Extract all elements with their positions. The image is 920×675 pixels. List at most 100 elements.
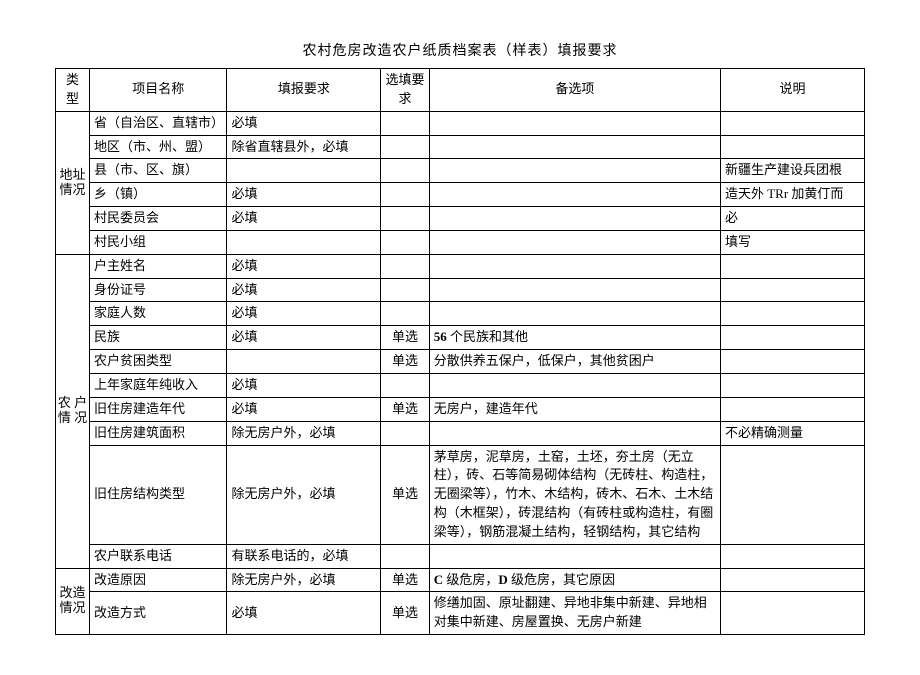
cell-req: 必填 bbox=[227, 254, 381, 278]
cell-sel: 单选 bbox=[381, 445, 430, 544]
head-sel: 选填要求 bbox=[381, 69, 430, 112]
cell-opt bbox=[429, 159, 720, 183]
table-row: 旧住房建造年代 必填 单选 无房户，建造年代 bbox=[56, 397, 865, 421]
cell-note bbox=[720, 350, 864, 374]
cell-req: 除无房户外，必填 bbox=[227, 421, 381, 445]
cell-req: 除无房户外，必填 bbox=[227, 445, 381, 544]
cell-sel bbox=[381, 278, 430, 302]
cell-opt: C 级危房，D 级危房，其它原因 bbox=[429, 568, 720, 592]
cell-note bbox=[720, 278, 864, 302]
cell-name: 乡（镇） bbox=[89, 183, 227, 207]
table-row: 上年家庭年纯收入 必填 bbox=[56, 373, 865, 397]
cell-note bbox=[720, 544, 864, 568]
cell-sel bbox=[381, 302, 430, 326]
cell-note: 造天外 TRr 加黄仃而 bbox=[720, 183, 864, 207]
cell-opt: 分散供养五保户，低保户，其他贫困户 bbox=[429, 350, 720, 374]
cell-name: 家庭人数 bbox=[89, 302, 227, 326]
cell-opt bbox=[429, 183, 720, 207]
cell-req: 必填 bbox=[227, 326, 381, 350]
cell-sel bbox=[381, 135, 430, 159]
cell-name: 民族 bbox=[89, 326, 227, 350]
table-row: 县（市、区、旗） 新疆生产建设兵团根 bbox=[56, 159, 865, 183]
table-row: 身份证号 必填 bbox=[56, 278, 865, 302]
cell-opt: 无房户，建造年代 bbox=[429, 397, 720, 421]
table-row: 地址情况 省（自治区、直辖市） 必填 bbox=[56, 111, 865, 135]
cell-sel bbox=[381, 373, 430, 397]
cell-opt bbox=[429, 373, 720, 397]
cell-name: 改造方式 bbox=[89, 592, 227, 635]
cell-note bbox=[720, 592, 864, 635]
cell-name: 身份证号 bbox=[89, 278, 227, 302]
cell-req: 必填 bbox=[227, 207, 381, 231]
cell-sel: 单选 bbox=[381, 350, 430, 374]
cell-req: 必填 bbox=[227, 278, 381, 302]
cell-sel: 单选 bbox=[381, 592, 430, 635]
cell-note bbox=[720, 373, 864, 397]
cell-name: 农户联系电话 bbox=[89, 544, 227, 568]
cell-name: 旧住房结构类型 bbox=[89, 445, 227, 544]
cell-req: 必填 bbox=[227, 111, 381, 135]
cell-opt: 茅草房，泥草房，土窑，土坯，夯土房（无立柱），砖、石等简易砌体结构（无砖柱、构造… bbox=[429, 445, 720, 544]
cell-opt: 56 个民族和其他 bbox=[429, 326, 720, 350]
cell-note: 填写 bbox=[720, 230, 864, 254]
cell-opt bbox=[429, 421, 720, 445]
cell-req bbox=[227, 350, 381, 374]
cell-name: 村民委员会 bbox=[89, 207, 227, 231]
table-row: 地区（市、州、盟） 除省直辖县外，必填 bbox=[56, 135, 865, 159]
table-row: 村民委员会 必填 必 bbox=[56, 207, 865, 231]
cell-note bbox=[720, 254, 864, 278]
cell-sel bbox=[381, 183, 430, 207]
cell-opt bbox=[429, 544, 720, 568]
cell-req bbox=[227, 230, 381, 254]
section-house-label: 农 户情 况 bbox=[56, 254, 90, 568]
cell-opt bbox=[429, 135, 720, 159]
cell-sel bbox=[381, 230, 430, 254]
cell-note bbox=[720, 135, 864, 159]
table-row: 旧住房建筑面积 除无房户外，必填 不必精确测量 bbox=[56, 421, 865, 445]
cell-sel: 单选 bbox=[381, 568, 430, 592]
cell-name: 改造原因 bbox=[89, 568, 227, 592]
head-note: 说明 bbox=[720, 69, 864, 112]
cell-sel: 单选 bbox=[381, 326, 430, 350]
cell-opt bbox=[429, 254, 720, 278]
cell-req: 必填 bbox=[227, 397, 381, 421]
cell-name: 旧住房建筑面积 bbox=[89, 421, 227, 445]
cell-name: 旧住房建造年代 bbox=[89, 397, 227, 421]
table-row: 改造方式 必填 单选 修缮加固、原址翻建、异地非集中新建、异地相对集中新建、房屋… bbox=[56, 592, 865, 635]
cell-name: 村民小组 bbox=[89, 230, 227, 254]
head-req: 填报要求 bbox=[227, 69, 381, 112]
cell-opt: 修缮加固、原址翻建、异地非集中新建、异地相对集中新建、房屋置换、无房户新建 bbox=[429, 592, 720, 635]
section-reno-label: 改造情况 bbox=[56, 568, 90, 635]
table-row: 乡（镇） 必填 造天外 TRr 加黄仃而 bbox=[56, 183, 865, 207]
cell-opt bbox=[429, 230, 720, 254]
cell-name: 地区（市、州、盟） bbox=[89, 135, 227, 159]
cell-sel bbox=[381, 159, 430, 183]
cell-req: 除省直辖县外，必填 bbox=[227, 135, 381, 159]
page-title: 农村危房改造农户纸质档案表（样表）填报要求 bbox=[55, 40, 865, 60]
cell-req: 必填 bbox=[227, 373, 381, 397]
cell-sel bbox=[381, 207, 430, 231]
head-name: 项目名称 bbox=[89, 69, 227, 112]
table-row: 农 户情 况 户主姓名 必填 bbox=[56, 254, 865, 278]
cell-note: 新疆生产建设兵团根 bbox=[720, 159, 864, 183]
cell-note bbox=[720, 568, 864, 592]
cell-req: 除无房户外，必填 bbox=[227, 568, 381, 592]
cell-sel: 单选 bbox=[381, 397, 430, 421]
cell-note: 不必精确测量 bbox=[720, 421, 864, 445]
cell-opt bbox=[429, 207, 720, 231]
cell-req: 必填 bbox=[227, 592, 381, 635]
cell-name: 农户贫困类型 bbox=[89, 350, 227, 374]
cell-req bbox=[227, 159, 381, 183]
cell-opt bbox=[429, 278, 720, 302]
head-type: 类型 bbox=[56, 69, 90, 112]
cell-note bbox=[720, 326, 864, 350]
cell-sel bbox=[381, 254, 430, 278]
cell-sel bbox=[381, 421, 430, 445]
cell-req: 有联系电话的，必填 bbox=[227, 544, 381, 568]
table-row: 改造情况 改造原因 除无房户外，必填 单选 C 级危房，D 级危房，其它原因 bbox=[56, 568, 865, 592]
cell-sel bbox=[381, 544, 430, 568]
cell-name: 上年家庭年纯收入 bbox=[89, 373, 227, 397]
table-row: 民族 必填 单选 56 个民族和其他 bbox=[56, 326, 865, 350]
cell-opt bbox=[429, 111, 720, 135]
table-row: 农户贫困类型 单选 分散供养五保户，低保户，其他贫困户 bbox=[56, 350, 865, 374]
